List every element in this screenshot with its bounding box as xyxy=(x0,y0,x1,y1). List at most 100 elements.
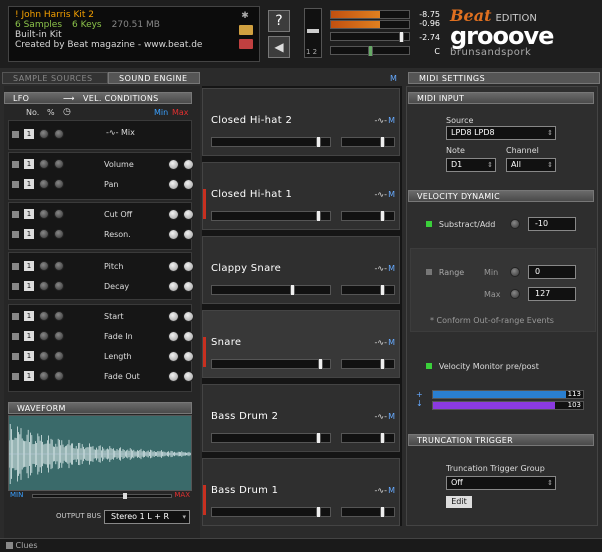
param-min-knob[interactable] xyxy=(168,330,179,342)
kit-info-panel[interactable]: ! John Harris Kit 2 6 Samples 6 Keys 270… xyxy=(8,6,260,62)
help-button[interactable]: ? xyxy=(268,10,290,32)
mod-rate-knob[interactable] xyxy=(54,179,64,189)
slot-volume-slider[interactable] xyxy=(211,211,331,221)
note-select[interactable]: D1 ⇕ xyxy=(446,158,496,172)
mod-row[interactable]: 1 xyxy=(12,178,64,190)
velocity-monitor-toggle[interactable]: Velocity Monitor pre/post xyxy=(426,362,539,372)
save-folder-icon[interactable] xyxy=(239,39,253,49)
substract-value-field[interactable]: -10 xyxy=(528,217,576,231)
param-max-knob[interactable] xyxy=(183,158,194,170)
mod-rate-knob[interactable] xyxy=(54,209,64,219)
tab-midi-settings[interactable]: MIDI SETTINGS xyxy=(408,72,600,84)
param-max-knob[interactable] xyxy=(183,228,194,240)
speaker-icon[interactable]: ◀ xyxy=(268,36,290,58)
mod-enable-checkbox[interactable] xyxy=(12,352,19,360)
mod-rate-knob[interactable] xyxy=(54,159,64,169)
param-min-knob[interactable] xyxy=(168,260,179,272)
param-min-knob[interactable] xyxy=(168,370,179,382)
param-max-knob[interactable] xyxy=(183,350,194,362)
param-min-knob[interactable] xyxy=(168,228,179,240)
mod-amount-knob[interactable] xyxy=(39,129,49,139)
waveform-display[interactable] xyxy=(8,415,192,491)
slider-thumb[interactable] xyxy=(380,137,385,147)
midi-learn-icon[interactable]: M xyxy=(388,338,395,347)
mod-number[interactable]: 1 xyxy=(24,371,34,381)
mod-enable-checkbox[interactable] xyxy=(12,312,19,320)
param-max-knob[interactable] xyxy=(183,260,194,272)
lfo-label[interactable]: LFO xyxy=(13,93,63,103)
slider-thumb[interactable] xyxy=(380,285,385,295)
param-max-knob[interactable] xyxy=(183,280,194,292)
range-min-knob[interactable] xyxy=(510,267,520,277)
slider-thumb[interactable] xyxy=(380,433,385,443)
param-max-knob[interactable] xyxy=(183,178,194,190)
mod-amount-knob[interactable] xyxy=(39,229,49,239)
param-min-knob[interactable] xyxy=(168,280,179,292)
mod-rate-knob[interactable] xyxy=(54,261,64,271)
slot-pan-slider[interactable] xyxy=(341,211,395,221)
velocity-monitor-led[interactable] xyxy=(426,363,432,369)
slider-thumb[interactable] xyxy=(316,137,321,147)
slider-thumb[interactable] xyxy=(318,359,323,369)
substract-toggle[interactable]: Substract/Add xyxy=(426,220,495,230)
mod-row[interactable]: 1 xyxy=(12,280,64,292)
slot-volume-slider[interactable] xyxy=(211,507,331,517)
mod-number[interactable]: 1 xyxy=(24,281,34,291)
param-min-knob[interactable] xyxy=(168,350,179,362)
waveform-range-thumb[interactable] xyxy=(123,493,127,499)
param-max-knob[interactable] xyxy=(183,370,194,382)
mod-number[interactable]: 1 xyxy=(24,261,34,271)
param-min-knob[interactable] xyxy=(168,208,179,220)
edit-button[interactable]: Edit xyxy=(446,496,472,508)
range-max-field[interactable]: 127 xyxy=(528,287,576,301)
mod-rate-knob[interactable] xyxy=(54,351,64,361)
mod-enable-checkbox[interactable] xyxy=(12,262,19,270)
slot-pan-slider[interactable] xyxy=(341,433,395,443)
output-bus-select[interactable]: Stereo 1 L + R ▾ xyxy=(104,510,190,524)
mod-amount-knob[interactable] xyxy=(39,331,49,341)
slot-pan-slider[interactable] xyxy=(341,285,395,295)
mod-rate-knob[interactable] xyxy=(54,311,64,321)
midi-learn-icon[interactable]: M xyxy=(388,412,395,421)
mod-amount-knob[interactable] xyxy=(39,159,49,169)
mod-enable-checkbox[interactable] xyxy=(12,332,19,340)
pan-slider[interactable] xyxy=(330,46,410,56)
waveform-range-bar[interactable]: MIN MAX xyxy=(8,491,192,500)
range-toggle[interactable]: Range xyxy=(426,268,464,278)
slot-pan-slider[interactable] xyxy=(341,137,395,147)
favorite-star-icon[interactable]: ✱ xyxy=(239,11,251,21)
slider-thumb[interactable] xyxy=(316,433,321,443)
mod-enable-checkbox[interactable] xyxy=(12,230,19,238)
master-volume-fader[interactable]: 1 2 xyxy=(304,8,322,58)
slider-thumb[interactable] xyxy=(380,507,385,517)
slot-volume-slider[interactable] xyxy=(211,137,331,147)
source-select[interactable]: LPD8 LPD8 ⇕ xyxy=(446,126,556,140)
slider-thumb[interactable] xyxy=(380,359,385,369)
mod-rate-knob[interactable] xyxy=(54,229,64,239)
param-max-knob[interactable] xyxy=(183,310,194,322)
mod-rate-knob[interactable] xyxy=(54,371,64,381)
midi-learn-icon[interactable]: M xyxy=(388,116,395,125)
volume-slider-thumb[interactable] xyxy=(399,32,405,42)
mod-number[interactable]: 1 xyxy=(24,351,34,361)
pad-slot[interactable]: Snare -∿- M xyxy=(202,310,400,378)
pad-slot[interactable]: Clappy Snare -∿- M xyxy=(202,236,400,304)
slider-thumb[interactable] xyxy=(290,285,295,295)
mod-row[interactable]: 1 xyxy=(12,260,64,272)
range-min-field[interactable]: 0 xyxy=(528,265,576,279)
mod-amount-knob[interactable] xyxy=(39,281,49,291)
clues-label[interactable]: Clues xyxy=(16,541,38,550)
mod-enable-checkbox[interactable] xyxy=(12,160,19,168)
mod-number[interactable]: 1 xyxy=(24,209,34,219)
range-max-knob[interactable] xyxy=(510,289,520,299)
midi-learn-icon[interactable]: M xyxy=(388,486,395,495)
slider-thumb[interactable] xyxy=(316,211,321,221)
mod-row[interactable]: 1 xyxy=(12,370,64,382)
mod-amount-knob[interactable] xyxy=(39,261,49,271)
mod-row[interactable]: 1 xyxy=(12,350,64,362)
mod-row-mix[interactable]: 1 xyxy=(12,128,64,140)
mod-number[interactable]: 1 xyxy=(24,311,34,321)
midi-learn-icon[interactable]: M xyxy=(388,264,395,273)
mod-row[interactable]: 1 xyxy=(12,208,64,220)
volume-slider[interactable] xyxy=(330,32,410,42)
